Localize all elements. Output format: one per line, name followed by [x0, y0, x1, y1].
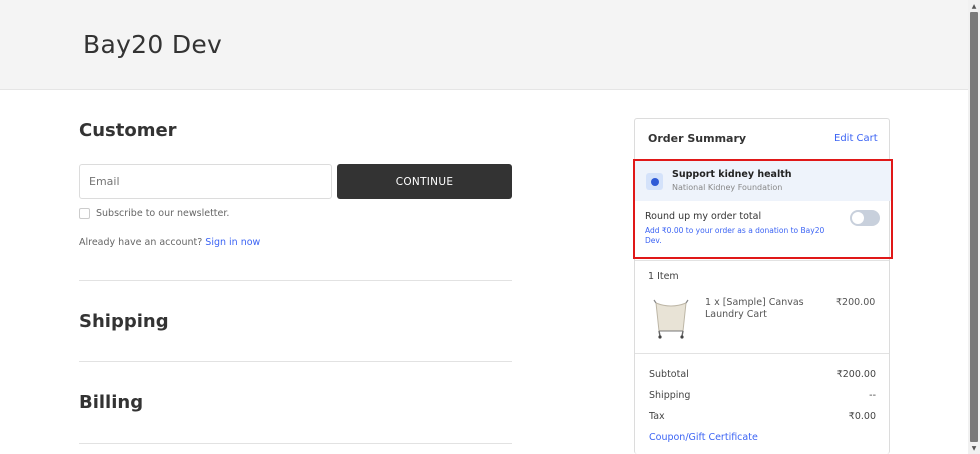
scroll-thumb[interactable] [970, 12, 978, 442]
highlight-box [633, 159, 893, 259]
email-field[interactable] [79, 164, 332, 199]
summary-divider [635, 260, 889, 261]
shipping-section-title: Shipping [79, 311, 169, 332]
billing-section-title: Billing [79, 392, 144, 413]
sign-in-link[interactable]: Sign in now [205, 237, 260, 248]
summary-divider [635, 353, 889, 354]
order-summary-title: Order Summary [648, 132, 747, 145]
store-header: Bay20 Dev [0, 0, 968, 90]
tax-value: ₹0.00 [848, 411, 876, 422]
items-count: 1 Item [648, 271, 679, 282]
account-prompt: Already have an account? Sign in now [79, 237, 260, 248]
account-text: Already have an account? [79, 237, 203, 248]
scrollbar[interactable]: ▲ ▼ [968, 0, 980, 454]
shipping-label: Shipping [649, 390, 691, 401]
continue-button[interactable]: CONTINUE [337, 164, 512, 199]
scroll-down-icon[interactable]: ▼ [968, 442, 980, 454]
shipping-value: -- [869, 390, 876, 401]
coupon-link[interactable]: Coupon/Gift Certificate [649, 432, 758, 443]
section-divider [79, 280, 512, 281]
customer-section-title: Customer [79, 120, 177, 141]
newsletter-checkbox[interactable] [79, 208, 90, 219]
section-divider [79, 361, 512, 362]
product-image [653, 299, 689, 339]
newsletter-option[interactable]: Subscribe to our newsletter. [79, 208, 229, 219]
subtotal-value: ₹200.00 [836, 369, 876, 380]
section-divider [79, 443, 512, 444]
store-name[interactable]: Bay20 Dev [83, 30, 222, 59]
newsletter-label: Subscribe to our newsletter. [96, 208, 230, 219]
product-name: 1 x [Sample] Canvas Laundry Cart [705, 297, 804, 320]
subtotal-label: Subtotal [649, 369, 689, 380]
scroll-up-icon[interactable]: ▲ [968, 0, 980, 12]
edit-cart-link[interactable]: Edit Cart [834, 133, 878, 144]
tax-label: Tax [649, 411, 665, 422]
product-price: ₹200.00 [836, 297, 876, 308]
